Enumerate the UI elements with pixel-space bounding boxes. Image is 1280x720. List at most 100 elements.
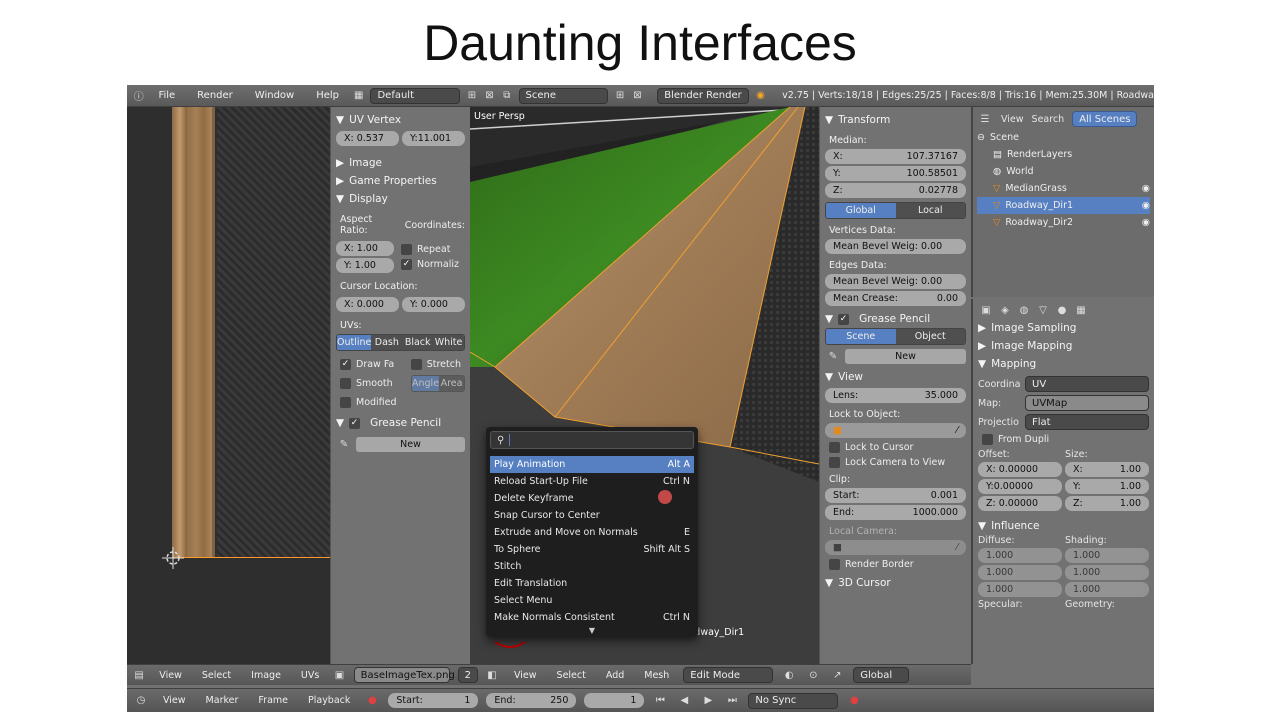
game-properties-header[interactable]: ▶ Game Properties (336, 172, 465, 190)
influence-value-field[interactable]: 1.000 (978, 582, 1062, 597)
view3d-grease-pencil-new-button[interactable]: New (845, 348, 966, 364)
pivot-icon[interactable]: ⊙ (805, 668, 821, 682)
uv-vertex-header[interactable]: ▼ UV Vertex (336, 111, 465, 129)
local-toggle[interactable]: Local (895, 203, 965, 218)
manipulator-icon[interactable]: ↗ (829, 668, 845, 682)
offset-x-field[interactable]: X: 0.00000 (978, 462, 1062, 477)
uv-mode-white[interactable]: White (433, 335, 464, 350)
aspect-x-field[interactable]: X: 1.00 (336, 241, 394, 256)
scene-tab-icon[interactable]: ◈ (997, 303, 1013, 317)
uv-vertex-x-field[interactable]: X: 0.537 (336, 131, 399, 146)
modified-checkbox[interactable]: Modified (340, 397, 461, 408)
from-dupli-checkbox[interactable]: From Dupli (982, 434, 1145, 445)
editor-type-icon[interactable]: ▤ (133, 668, 145, 682)
screen-layout-select[interactable]: Default (370, 87, 461, 104)
offset-y-field[interactable]: Y:0.00000 (978, 479, 1062, 494)
start-frame-field[interactable]: Start: 1 (388, 693, 479, 708)
remove-layout-icon[interactable]: ⊠ (484, 89, 495, 103)
local-camera-field[interactable]: ■ ⁄ (825, 540, 966, 555)
influence-value-field[interactable]: 1.000 (1065, 548, 1149, 563)
pencil-icon[interactable]: ✎ (825, 349, 841, 363)
eyedropper-icon[interactable]: ⁄ (956, 542, 958, 553)
world-tab-icon[interactable]: ◍ (1016, 303, 1032, 317)
size-z-field[interactable]: Z: 1.00 (1065, 496, 1149, 511)
keying-icon[interactable]: ● (846, 694, 862, 708)
editor-type-icon[interactable]: ☰ (977, 112, 993, 126)
gp-scene-toggle[interactable]: Scene (826, 329, 896, 344)
current-frame-field[interactable]: 1 (584, 693, 645, 708)
outliner-row[interactable]: ▽ Roadway_Dir1 ◉ (977, 197, 1150, 214)
uv-cursor-icon[interactable] (162, 547, 184, 569)
draw-faces-checkbox[interactable]: ✓ Draw Fa (340, 359, 400, 370)
image-header[interactable]: ▶ Image (336, 154, 465, 172)
view3d-menu-view[interactable]: View (514, 670, 537, 681)
search-result-item[interactable]: Stitch (490, 558, 694, 575)
outliner-tab-view[interactable]: View (1001, 114, 1024, 125)
outliner-row[interactable]: ◍ World (977, 163, 1150, 180)
shading-icon[interactable]: ◐ (781, 668, 797, 682)
size-y-field[interactable]: Y: 1.00 (1065, 479, 1149, 494)
repeat-checkbox[interactable]: Repeat (401, 244, 461, 255)
operator-search-input[interactable]: ⚲ (490, 431, 694, 449)
aspect-y-field[interactable]: Y: 1.00 (336, 258, 394, 273)
search-result-item[interactable]: Snap Cursor to Center (490, 507, 694, 524)
display-header[interactable]: ▼ Display (336, 190, 465, 208)
outliner-tab-search[interactable]: Search (1032, 114, 1065, 125)
outliner-row[interactable]: ⊖ Scene (977, 129, 1150, 146)
normalize-checkbox[interactable]: ✓ Normaliz (401, 259, 461, 270)
image-sampling-header[interactable]: ▶ Image Sampling (978, 319, 1149, 337)
edge-bevel-field[interactable]: Mean Bevel Weig: 0.00 (825, 274, 966, 289)
cursor-y-field[interactable]: Y: 0.000 (402, 297, 465, 312)
stretch-angle[interactable]: Angle (412, 376, 440, 391)
add-layout-icon[interactable]: ⊞ (466, 89, 477, 103)
object-tab-icon[interactable]: ▽ (1035, 303, 1051, 317)
uv-map-field[interactable]: UVMap (1025, 395, 1149, 411)
image-users-count[interactable]: 2 (457, 667, 478, 683)
image-mapping-header[interactable]: ▶ Image Mapping (978, 337, 1149, 355)
scene-select[interactable]: Scene (518, 87, 609, 104)
visibility-eye-icon[interactable]: ◉ (1142, 200, 1150, 211)
lock-object-field[interactable]: ■ ⁄ (825, 423, 966, 438)
view-header[interactable]: ▼ View (825, 368, 966, 386)
play-reverse-icon[interactable]: ◀ (676, 694, 692, 708)
render-engine-select[interactable]: Blender Render (657, 87, 749, 104)
search-result-item[interactable]: Reload Start-Up File Ctrl N (490, 473, 694, 490)
timeline-menu-marker[interactable]: Marker (206, 695, 239, 706)
remove-scene-icon[interactable]: ⊠ (632, 89, 643, 103)
mean-crease-field[interactable]: Mean Crease: 0.00 (825, 291, 966, 306)
view3d-grease-pencil-header[interactable]: ▼ ✓ Grease Pencil (825, 310, 966, 328)
add-scene-icon[interactable]: ⊞ (614, 89, 625, 103)
mapping-header[interactable]: ▼ Mapping (978, 355, 1149, 373)
mode-select[interactable]: Edit Mode (683, 667, 774, 683)
lock-camera-checkbox[interactable]: Lock Camera to View (829, 457, 962, 468)
visibility-eye-icon[interactable]: ◉ (1142, 217, 1150, 228)
image-browse-icon[interactable]: ▣ (333, 668, 345, 682)
search-result-item[interactable]: Extrude and Move on Normals E (490, 524, 694, 541)
orientation-select[interactable]: Global (853, 667, 910, 683)
timeline-menu-playback[interactable]: Playback (308, 695, 350, 706)
smooth-checkbox[interactable]: Smooth (340, 378, 404, 389)
stretch-checkbox[interactable]: Stretch (410, 359, 461, 370)
screen-layout-icon[interactable]: ▦ (353, 89, 364, 103)
view3d-menu-mesh[interactable]: Mesh (644, 670, 669, 681)
uv-image-canvas[interactable] (127, 107, 330, 664)
menu-window[interactable]: Window (255, 90, 294, 101)
menu-help[interactable]: Help (316, 90, 339, 101)
eyedropper-icon[interactable]: ⁄ (956, 425, 958, 436)
stretch-area[interactable]: Area (439, 376, 464, 391)
median-x-field[interactable]: X: 107.37167 (825, 149, 966, 164)
vertex-bevel-field[interactable]: Mean Bevel Weig: 0.00 (825, 239, 966, 254)
info-editor-icon[interactable]: ⓘ (133, 89, 144, 103)
uv-menu-image[interactable]: Image (251, 670, 281, 681)
lens-field[interactable]: Lens: 35.000 (825, 388, 966, 403)
editor-type-icon[interactable]: ◧ (484, 668, 500, 682)
search-result-item[interactable]: To Sphere Shift Alt S (490, 541, 694, 558)
render-border-checkbox[interactable]: Render Border (829, 559, 962, 570)
projection-select[interactable]: Flat (1025, 414, 1149, 430)
outliner-row[interactable]: ▽ Roadway_Dir2 ◉ (977, 214, 1150, 231)
uv-vertex-y-field[interactable]: Y:11.001 (402, 131, 465, 146)
size-x-field[interactable]: X: 1.00 (1065, 462, 1149, 477)
menu-file[interactable]: File (158, 90, 175, 101)
view3d-menu-select[interactable]: Select (557, 670, 586, 681)
gp-object-toggle[interactable]: Object (895, 329, 965, 344)
